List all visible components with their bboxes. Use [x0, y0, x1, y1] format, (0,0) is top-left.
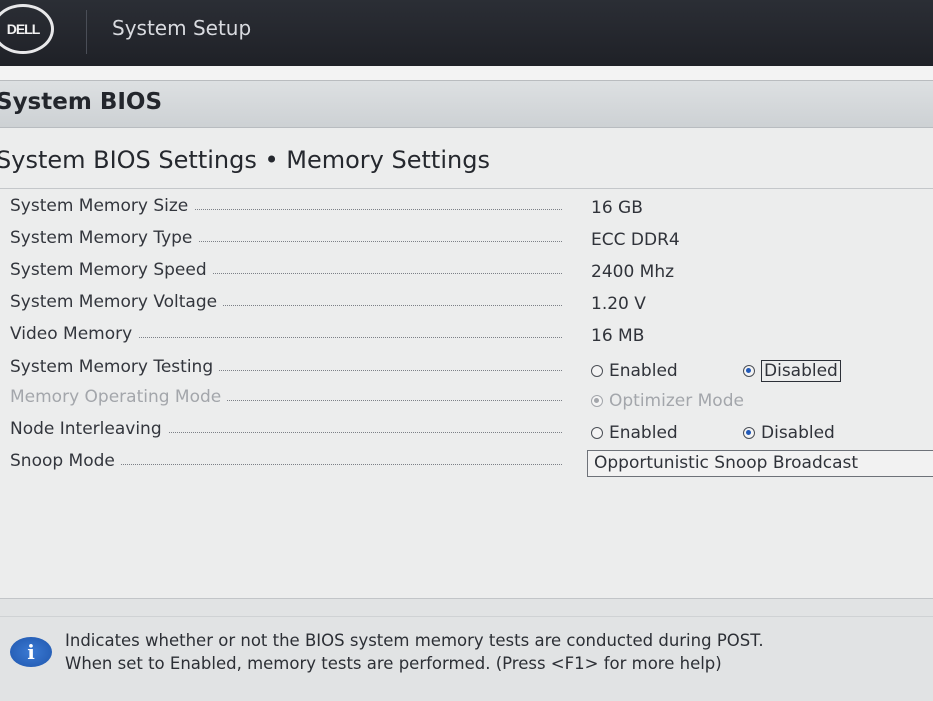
radio-memory-testing-disabled[interactable]: Disabled [743, 359, 841, 383]
setting-row-node-interleaving: Node Interleaving Enabled Disabled [0, 419, 933, 449]
setting-label: Node Interleaving [10, 419, 168, 439]
radio-selected-icon [591, 395, 603, 407]
header-spacer [0, 66, 933, 81]
dell-logo: DELL [0, 4, 54, 54]
radio-memory-testing-enabled[interactable]: Enabled [591, 359, 678, 383]
setting-label: System Memory Voltage [10, 292, 224, 312]
snoop-mode-dropdown[interactable]: Opportunistic Snoop Broadcast [587, 450, 933, 477]
radio-label: Enabled [609, 423, 678, 443]
setting-label: System Memory Testing [10, 357, 220, 377]
setting-label: Snoop Mode [10, 451, 121, 471]
help-line-1: Indicates whether or not the BIOS system… [65, 631, 764, 650]
setting-value: ECC DDR4 [591, 230, 680, 250]
radio-selected-icon [743, 365, 755, 377]
setting-row-memory-testing: System Memory Testing Enabled Disabled [0, 357, 933, 387]
setting-value: 2400 Mhz [591, 262, 675, 282]
setting-label: Video Memory [10, 324, 139, 344]
dotted-leader [60, 464, 562, 465]
radio-label: Disabled [761, 360, 841, 382]
setting-row-snoop-mode: Snoop Mode Opportunistic Snoop Broadcast [0, 450, 933, 481]
radio-label: Enabled [609, 361, 678, 381]
app-title: System Setup [112, 16, 252, 40]
radio-label: Disabled [761, 423, 835, 443]
page-title: System BIOS Settings • Memory Settings [0, 146, 490, 174]
header-divider [86, 10, 87, 54]
help-text: Indicates whether or not the BIOS system… [65, 629, 764, 675]
section-title: System BIOS [0, 89, 163, 115]
title-divider [0, 188, 933, 189]
top-bar: DELL System Setup [0, 0, 933, 66]
radio-selected-icon [743, 427, 755, 439]
section-bar: System BIOS [0, 81, 933, 128]
setting-row-memory-size: System Memory Size 16 GB [0, 196, 933, 226]
help-panel: i Indicates whether or not the BIOS syst… [0, 616, 933, 687]
help-bar: i Indicates whether or not the BIOS syst… [0, 598, 933, 701]
setting-label: System Memory Speed [10, 260, 213, 280]
radio-unselected-icon [591, 427, 603, 439]
radio-label: Optimizer Mode [609, 391, 744, 411]
setting-value: 16 MB [591, 326, 645, 346]
setting-label: System Memory Type [10, 228, 199, 248]
setting-row-memory-operating-mode: Memory Operating Mode Optimizer Mode [0, 387, 933, 417]
radio-node-interleaving-disabled[interactable]: Disabled [743, 421, 835, 445]
setting-label: Memory Operating Mode [10, 387, 228, 407]
radio-unselected-icon [591, 365, 603, 377]
setting-row-memory-voltage: System Memory Voltage 1.20 V [0, 292, 933, 322]
setting-value: 16 GB [591, 198, 643, 218]
setting-row-memory-speed: System Memory Speed 2400 Mhz [0, 260, 933, 290]
radio-optimizer-mode: Optimizer Mode [591, 389, 744, 413]
setting-row-memory-type: System Memory Type ECC DDR4 [0, 228, 933, 258]
help-line-2: When set to Enabled, memory tests are pe… [65, 654, 722, 673]
radio-node-interleaving-enabled[interactable]: Enabled [591, 421, 678, 445]
info-icon: i [10, 637, 52, 667]
setting-label: System Memory Size [10, 196, 195, 216]
settings-panel: System BIOS Settings • Memory Settings S… [0, 128, 933, 598]
setting-value: 1.20 V [591, 294, 646, 314]
setting-row-video-memory: Video Memory 16 MB [0, 324, 933, 354]
